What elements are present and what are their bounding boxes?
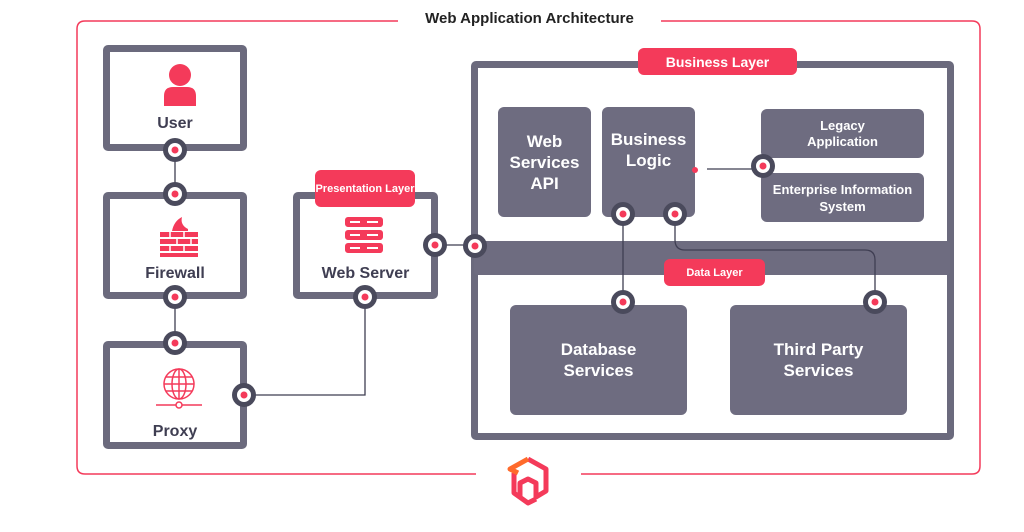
connector-node [611,202,635,226]
link-proxy-webserver [244,297,366,396]
connector-node [751,154,775,178]
connector-node [163,331,187,355]
connector-node [611,290,635,314]
connector-node [163,138,187,162]
connector-node [463,234,487,258]
link-logic-thirdparty [674,214,876,302]
connector-node [353,285,377,309]
connector-node [232,383,256,407]
cube-logo [507,456,549,506]
connector-node [423,233,447,257]
connector-node [163,182,187,206]
connector-node [663,202,687,226]
connector-node [163,285,187,309]
connector-node [863,290,887,314]
